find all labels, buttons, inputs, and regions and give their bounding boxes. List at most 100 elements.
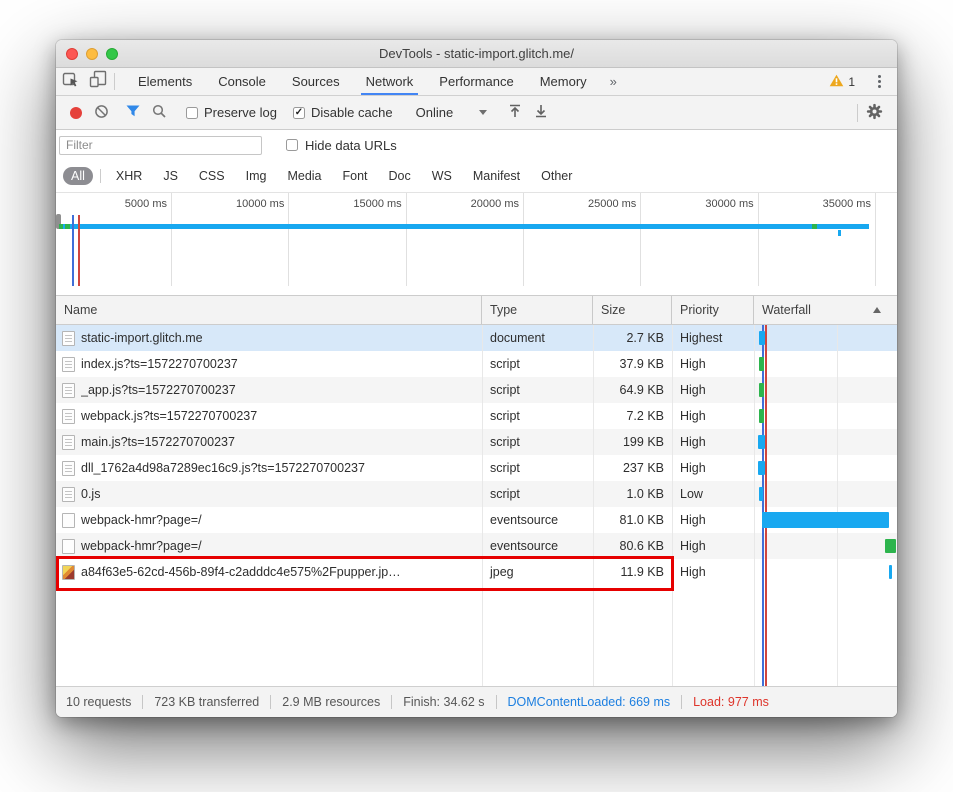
file-icon: [62, 435, 75, 450]
filter-pill-other[interactable]: Other: [533, 167, 580, 185]
throttling-select[interactable]: Online: [406, 105, 498, 120]
filter-pill-font[interactable]: Font: [335, 167, 376, 185]
column-header-type[interactable]: Type: [482, 296, 593, 324]
timeline-tick-label: 20000 ms: [439, 198, 519, 210]
hide-data-urls-checkbox[interactable]: Hide data URLs: [286, 138, 397, 153]
tab-elements[interactable]: Elements: [125, 68, 205, 95]
overview-green-segment: [59, 224, 63, 229]
filter-pill-media[interactable]: Media: [279, 167, 329, 185]
cell-size: 7.2 KB: [593, 403, 672, 429]
summary-domcontentloaded: DOMContentLoaded: 669 ms: [497, 695, 682, 709]
table-row[interactable]: index.js?ts=1572270700237script37.9 KBHi…: [56, 351, 897, 377]
table-row[interactable]: _app.js?ts=1572270700237script64.9 KBHig…: [56, 377, 897, 403]
load-marker-line: [78, 215, 80, 286]
summary-finish: Finish: 34.62 s: [392, 695, 495, 709]
disable-cache-checkbox[interactable]: Disable cache: [285, 105, 401, 120]
summary-10-requests: 10 requests: [66, 695, 142, 709]
window-titlebar[interactable]: DevTools - static-import.glitch.me/: [56, 40, 897, 68]
network-overview-timeline[interactable]: 5000 ms10000 ms15000 ms20000 ms25000 ms3…: [56, 193, 897, 296]
request-name: webpack-hmr?page=/: [81, 507, 202, 533]
filter-pill-css[interactable]: CSS: [191, 167, 233, 185]
table-row[interactable]: webpack-hmr?page=/eventsource81.0 KBHigh: [56, 507, 897, 533]
export-har-button[interactable]: [528, 101, 554, 125]
cell-priority: High: [672, 403, 754, 429]
inspect-element-button[interactable]: [56, 68, 84, 95]
tab-console[interactable]: Console: [205, 68, 279, 95]
filter-pill-ws[interactable]: WS: [424, 167, 460, 185]
waterfall-bar: [759, 487, 763, 501]
table-row[interactable]: webpack.js?ts=1572270700237script7.2 KBH…: [56, 403, 897, 429]
cell-type: script: [482, 403, 593, 429]
table-row[interactable]: 0.jsscript1.0 KBLow: [56, 481, 897, 507]
import-har-button[interactable]: [502, 101, 528, 125]
column-header-name[interactable]: Name: [56, 296, 482, 324]
console-warning-indicator[interactable]: 1: [821, 74, 863, 90]
divider: [114, 73, 115, 90]
timeline-tick-label: 25000 ms: [556, 198, 636, 210]
summary-723-kb-transferred: 723 KB transferred: [143, 695, 270, 709]
file-icon: [62, 357, 75, 372]
filter-pill-img[interactable]: Img: [238, 167, 275, 185]
cell-type: eventsource: [482, 533, 593, 559]
cell-waterfall: [754, 351, 897, 377]
cell-name: _app.js?ts=1572270700237: [56, 377, 482, 403]
table-row[interactable]: main.js?ts=1572270700237script199 KBHigh: [56, 429, 897, 455]
window-title: DevTools - static-import.glitch.me/: [56, 46, 897, 61]
tab-performance[interactable]: Performance: [426, 68, 526, 95]
table-row[interactable]: webpack-hmr?page=/eventsource80.6 KBHigh: [56, 533, 897, 559]
column-header-size[interactable]: Size: [593, 296, 672, 324]
cell-waterfall: [754, 325, 897, 351]
clear-button[interactable]: [88, 101, 115, 125]
requests-table-header: Name Type Size Priority Waterfall: [56, 296, 897, 325]
table-row[interactable]: dll_1762a4d98a7289ec16c9.js?ts=157227070…: [56, 455, 897, 481]
cell-priority: High: [672, 507, 754, 533]
overview-activity-bar: [59, 224, 869, 229]
column-header-waterfall[interactable]: Waterfall: [754, 296, 897, 324]
cell-size: 11.9 KB: [593, 559, 672, 585]
cell-size: 37.9 KB: [593, 351, 672, 377]
waterfall-bar: [885, 539, 896, 553]
file-icon: [62, 539, 75, 554]
cell-type: script: [482, 429, 593, 455]
request-name: main.js?ts=1572270700237: [81, 429, 235, 455]
filter-input[interactable]: [59, 136, 262, 155]
timeline-gridline: [406, 193, 407, 286]
file-icon: [62, 487, 75, 502]
tab-more[interactable]: »: [600, 68, 627, 95]
filter-pill-all[interactable]: All: [63, 167, 93, 185]
filter-pill-doc[interactable]: Doc: [381, 167, 419, 185]
cell-size: 199 KB: [593, 429, 672, 455]
filter-toggle-button[interactable]: [120, 101, 146, 125]
summary-2-9-mb-resources: 2.9 MB resources: [271, 695, 391, 709]
waterfall-bar: [762, 512, 889, 528]
devtools-menu-button[interactable]: [868, 75, 891, 88]
request-name: a84f63e5-62cd-456b-89f4-c2adddc4e575%2Fp…: [81, 559, 401, 585]
tab-network[interactable]: Network: [353, 68, 427, 95]
requests-table-body: static-import.glitch.medocument2.7 KBHig…: [56, 325, 897, 686]
tab-sources[interactable]: Sources: [279, 68, 353, 95]
cell-name: webpack-hmr?page=/: [56, 507, 482, 533]
filter-pill-js[interactable]: JS: [155, 167, 186, 185]
cell-type: script: [482, 455, 593, 481]
preserve-log-checkbox[interactable]: Preserve log: [178, 105, 285, 120]
network-settings-button[interactable]: [860, 101, 889, 125]
resource-type-filters: All XHR JS CSS ImgMedia Font Doc WS Manifest Othe…: [56, 160, 897, 193]
table-row[interactable]: a84f63e5-62cd-456b-89f4-c2adddc4e575%2Fp…: [56, 559, 897, 585]
toggle-device-toolbar-button[interactable]: [84, 68, 112, 95]
record-button[interactable]: [64, 101, 88, 125]
cell-type: script: [482, 377, 593, 403]
throttling-value: Online: [416, 105, 454, 120]
cell-size: 2.7 KB: [593, 325, 672, 351]
column-header-priority[interactable]: Priority: [672, 296, 754, 324]
tab-memory[interactable]: Memory: [527, 68, 600, 95]
filter-pill-manifest[interactable]: Manifest: [465, 167, 528, 185]
summary-load: Load: 977 ms: [682, 695, 780, 709]
cell-waterfall: [754, 533, 897, 559]
timeline-gridline: [875, 193, 876, 286]
checkbox-icon: [286, 139, 298, 151]
filter-pill-xhr[interactable]: XHR: [108, 167, 150, 185]
clear-icon: [94, 104, 109, 122]
table-row[interactable]: static-import.glitch.medocument2.7 KBHig…: [56, 325, 897, 351]
search-button[interactable]: [146, 101, 173, 125]
cell-waterfall: [754, 559, 897, 585]
